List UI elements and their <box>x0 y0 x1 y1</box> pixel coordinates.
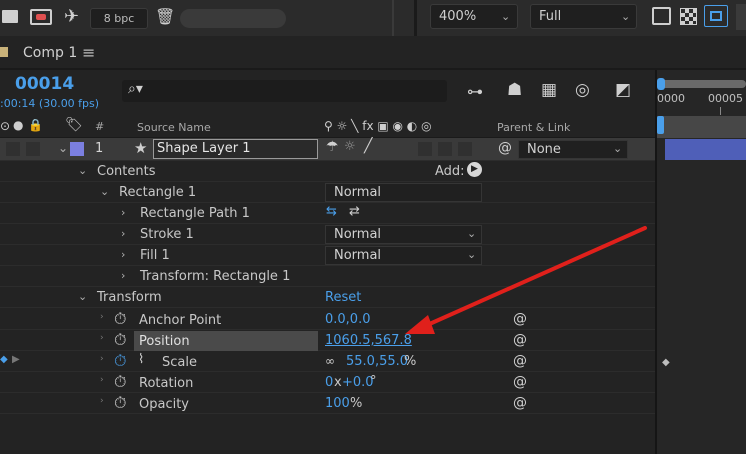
annotation-arrow <box>405 226 647 334</box>
